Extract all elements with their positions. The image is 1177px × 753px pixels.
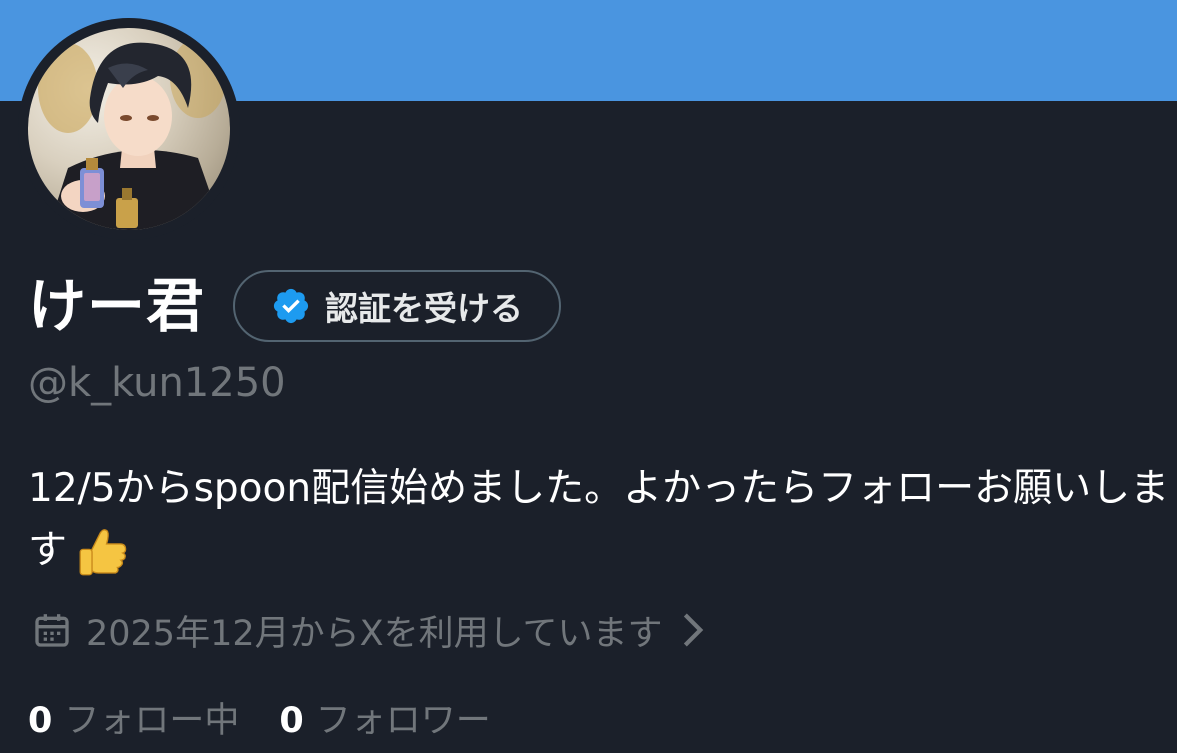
profile-handle: @k_kun1250 <box>28 360 286 406</box>
followers-stat[interactable]: 0 フォロワー <box>279 692 490 743</box>
display-name: けー君 <box>28 272 206 340</box>
verified-badge-icon <box>273 288 309 324</box>
joined-date-row[interactable]: 2025年12月からXを利用しています <box>32 604 707 656</box>
profile-avatar[interactable] <box>18 18 240 240</box>
joined-date-text: 2025年12月からXを利用しています <box>86 613 663 654</box>
avatar-image <box>28 28 230 230</box>
bio-text: 12/5からspoon配信始めました。よかったらフォローお願いします <box>28 466 1170 573</box>
thumbs-up-emoji-icon <box>79 528 127 575</box>
calendar-icon <box>35 614 69 647</box>
following-label: フォロー中 <box>64 700 240 741</box>
followers-label: フォロワー <box>315 700 491 741</box>
get-verified-button[interactable]: 認証を受ける <box>233 270 562 342</box>
name-row: けー君 認証を受ける <box>28 268 562 344</box>
chevron-right-icon <box>683 613 703 647</box>
followers-count: 0 <box>279 700 304 741</box>
following-count: 0 <box>28 700 53 741</box>
profile-bio: 12/5からspoon配信始めました。よかったらフォローお願いします <box>28 458 1173 582</box>
follow-stats: 0 フォロー中 0 フォロワー <box>28 690 491 744</box>
get-verified-label: 認証を受ける <box>325 289 524 328</box>
following-stat[interactable]: 0 フォロー中 <box>28 692 239 743</box>
